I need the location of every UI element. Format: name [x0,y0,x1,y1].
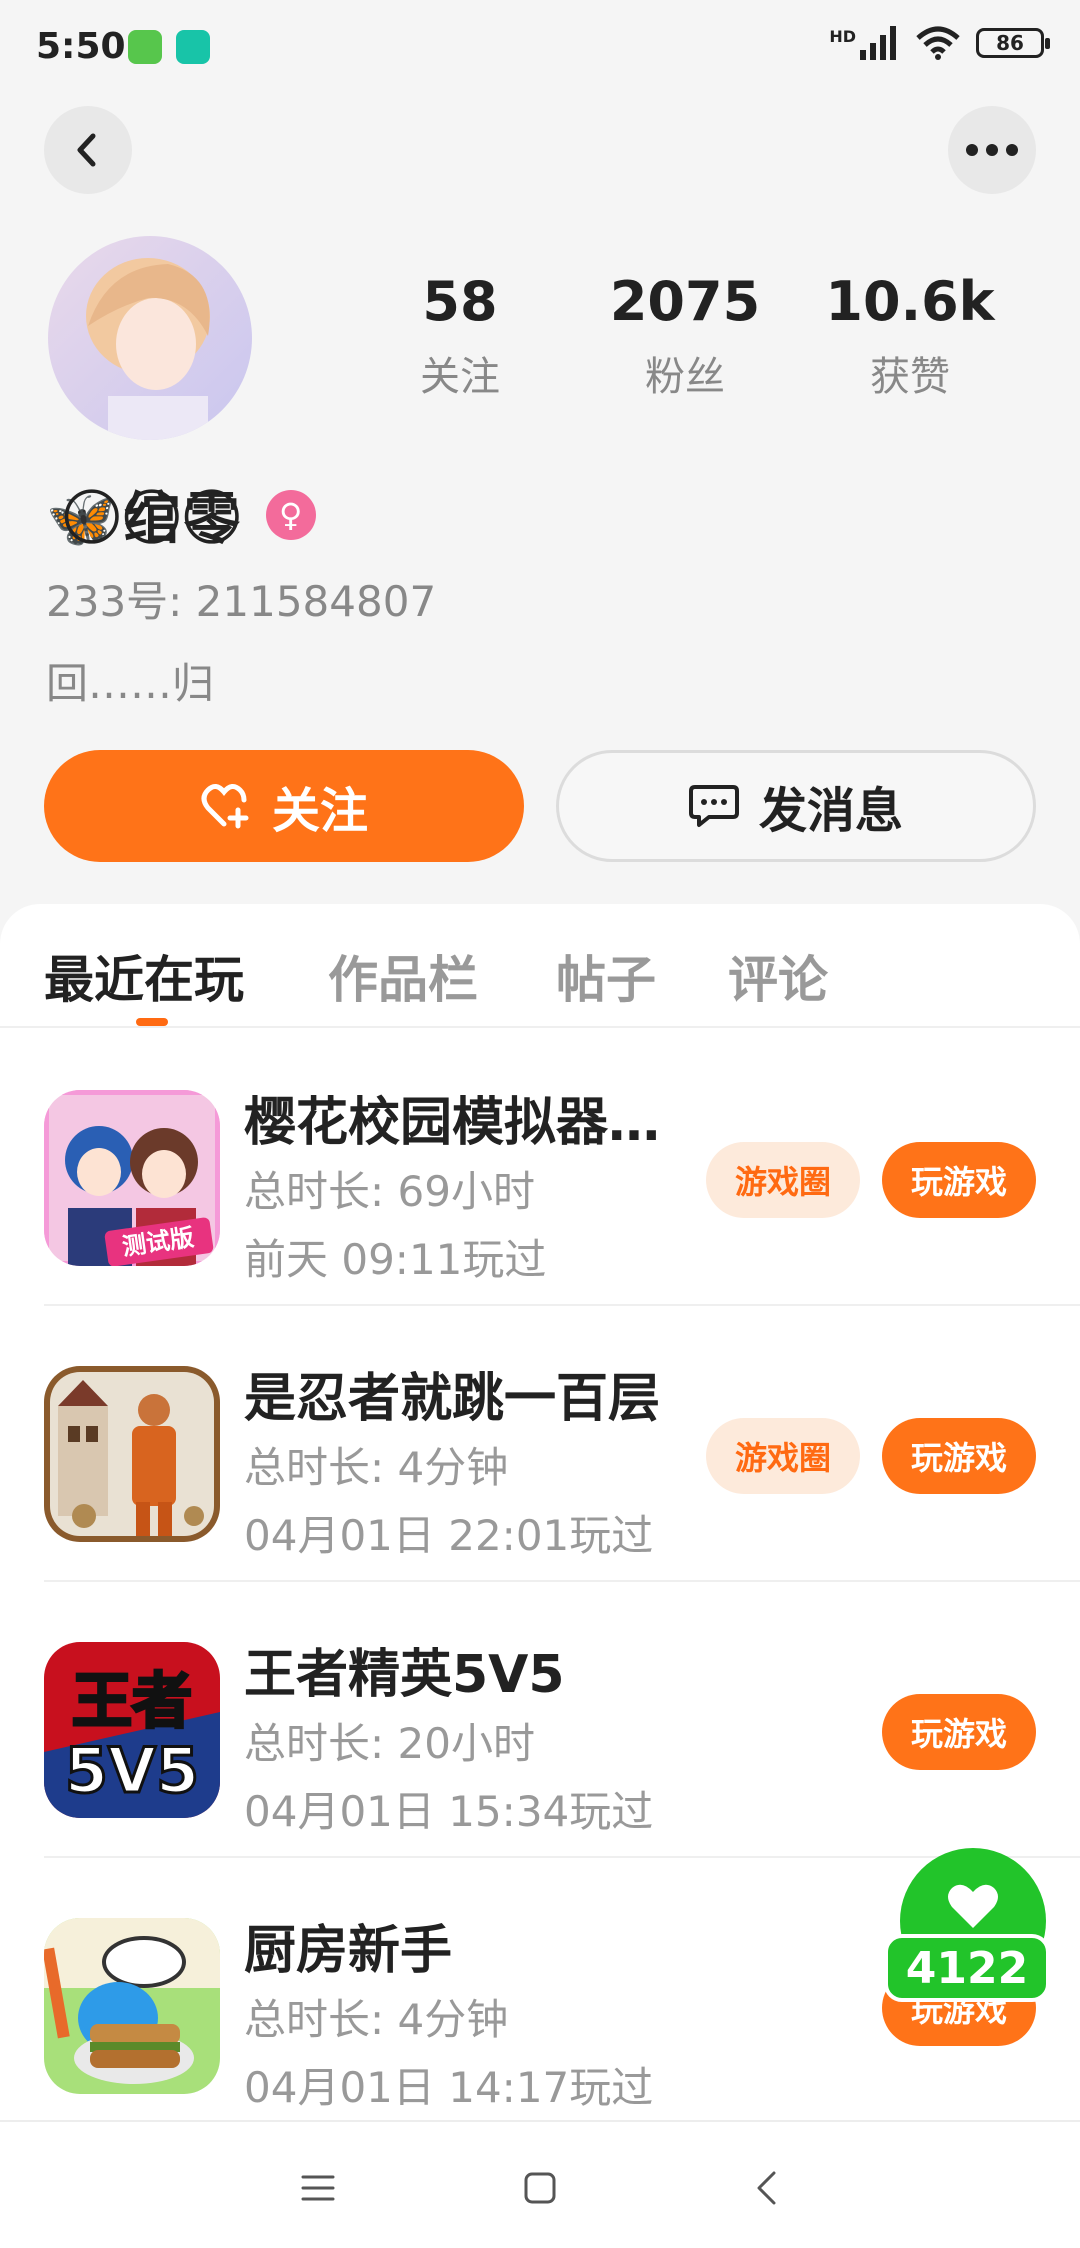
play-duration: 总时长: 4分钟 [244,1443,509,1492]
game-icon [44,1918,220,2094]
network-type-label: HD [829,26,856,46]
stat-value: 2075 [609,270,761,333]
game-icon: 王者 5V5 [44,1642,220,1818]
system-navigation-bar [0,2120,1080,2248]
home-key[interactable] [510,2158,570,2218]
user-name: 🦋⃝绾⃝零⃝ [46,487,244,552]
play-game-button[interactable]: 玩游戏 [882,1418,1036,1494]
last-played: 04月01日 14:17玩过 [244,2063,654,2112]
last-played: 04月01日 22:01玩过 [244,1511,654,1560]
game-list-item[interactable]: 是忍者就跳一百层 总时长: 4分钟 04月01日 22:01玩过 游戏圈 玩游戏 [0,1306,1080,1582]
user-bio: 回……归 [46,659,215,708]
stat-value: 10.6k [825,270,995,333]
tab-posts[interactable]: 帖子 [556,940,656,1012]
game-name: 厨房新手 [244,1921,453,1981]
user-id: 233号: 211584807 [46,577,437,626]
game-circle-button[interactable]: 游戏圈 [706,1418,860,1494]
status-bar: 5:50 HD 86 [0,0,1080,100]
game-list-item[interactable]: 测试版 樱花校园模拟器… 总时长: 69小时 前天 09:11玩过 游戏圈 玩游… [0,1030,1080,1306]
stat-label: 粉丝 [645,354,725,400]
message-label: 发消息 [758,783,903,839]
tab-recently-played[interactable]: 最近在玩 [44,940,244,1012]
avatar[interactable] [48,236,252,440]
game-icon [44,1366,220,1542]
play-duration: 总时长: 4分钟 [244,1995,509,2044]
more-button[interactable] [948,106,1036,194]
message-button[interactable]: 发消息 [556,750,1036,862]
stat-label: 获赞 [870,354,950,400]
home-square-icon [524,2172,556,2204]
game-circle-button[interactable]: 游戏圈 [706,1142,860,1218]
name-row: 🦋⃝绾⃝零⃝ ♀ [46,474,316,555]
follow-label: 关注 [271,783,368,839]
menu-icon [301,2175,335,2201]
game-name: 是忍者就跳一百层 [244,1369,661,1429]
back-button[interactable] [44,106,132,194]
followers-stat[interactable]: 2075 粉丝 [585,270,785,402]
stat-label: 关注 [420,354,500,400]
menu-key[interactable] [288,2158,348,2218]
app-notification-icon [128,30,162,64]
last-played: 04月01日 15:34玩过 [244,1787,654,1836]
heart-plus-icon [201,784,249,829]
status-time: 5:50 [36,26,126,67]
chat-bubble-icon [688,785,739,827]
tab-works[interactable]: 作品栏 [328,940,478,1012]
battery-icon: 86 [976,28,1050,58]
game-list-item[interactable]: 王者 5V5 王者精英5V5 总时长: 20小时 04月01日 15:34玩过 … [0,1582,1080,1858]
play-game-button[interactable]: 玩游戏 [882,1142,1036,1218]
tab-comments[interactable]: 评论 [728,940,828,1012]
profile-stats: 58 关注 2075 粉丝 10.6k 获赞 [360,270,1010,402]
heart-icon [948,1884,998,1928]
status-indicators: HD 86 [829,26,1050,60]
likes-stat: 10.6k 获赞 [810,270,1010,402]
wifi-icon [916,26,960,60]
svg-text:王者: 王者 [72,1667,192,1737]
game-name: 樱花校园模拟器… [244,1093,661,1153]
signal-icon [860,26,896,60]
floating-like-button[interactable]: 4122 [884,1848,1064,2002]
last-played: 前天 09:11玩过 [244,1235,547,1284]
app-notification-icon [176,30,210,64]
game-icon: 测试版 [44,1090,220,1266]
following-stat[interactable]: 58 关注 [360,270,560,402]
female-gender-icon: ♀ [265,489,316,540]
stat-value: 58 [422,270,498,333]
game-name: 王者精英5V5 [244,1645,565,1705]
play-game-button[interactable]: 玩游戏 [882,1694,1036,1770]
like-count: 4122 [884,1934,1050,2002]
more-icon [966,144,1018,156]
system-back-key[interactable] [736,2158,796,2218]
tab-indicator [136,1018,168,1026]
play-duration: 总时长: 20小时 [244,1719,535,1768]
play-duration: 总时长: 69小时 [244,1167,535,1216]
follow-button[interactable]: 关注 [44,750,524,862]
chevron-left-icon [77,133,96,167]
chevron-left-icon [757,2171,776,2205]
profile-tabs: 最近在玩 作品栏 帖子 评论 [0,904,1080,1028]
svg-text:5V5: 5V5 [65,1734,199,1807]
